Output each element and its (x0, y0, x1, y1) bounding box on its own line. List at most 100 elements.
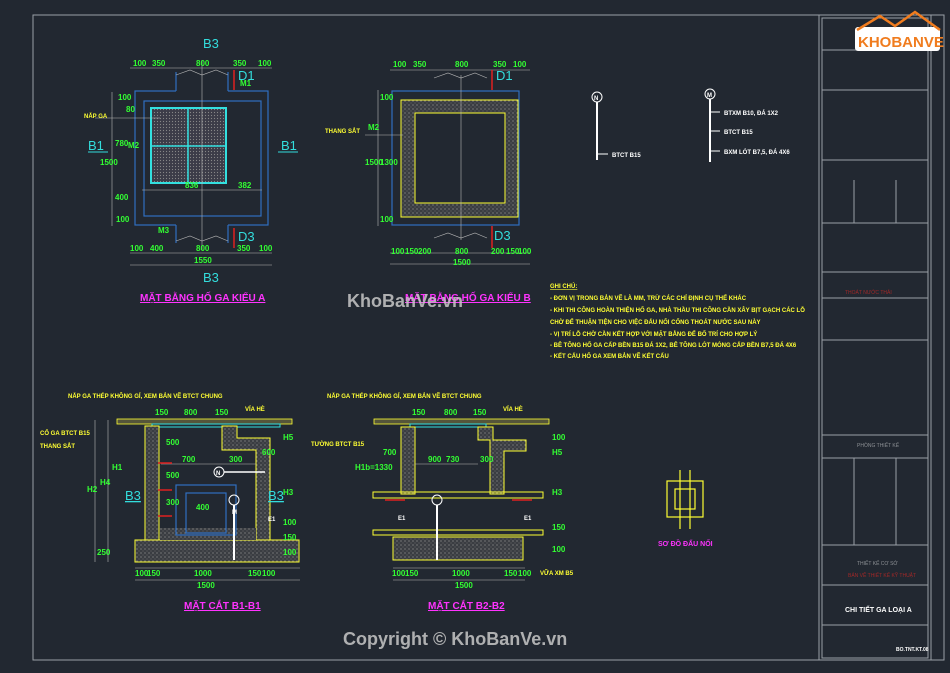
svg-text:1000: 1000 (194, 569, 212, 578)
svg-text:100: 100 (118, 93, 132, 102)
design-basis: THIẾT KẾ CƠ SỞ (857, 560, 898, 567)
svg-text:800: 800 (444, 408, 458, 417)
svg-text:100: 100 (283, 548, 297, 557)
plan-a: B3 B3 B1 B1 D1 D3 NẮP GA 100 350 800 350… (84, 36, 298, 304)
cover-note: NẮP GA THÉP KHÔNG GỈ, XEM BẢN VẼ BTCT CH… (327, 392, 482, 400)
svg-text:B3: B3 (268, 488, 284, 503)
svg-text:1000: 1000 (452, 569, 470, 578)
legend-m-item: BXM LÓT B7,5, ĐÁ 4X6 (724, 148, 790, 156)
section-b2-title: MẶT CẮT B2-B2 (428, 599, 505, 612)
svg-text:H3: H3 (552, 488, 563, 497)
notes-heading: GHI CHÚ: (550, 283, 577, 290)
svg-text:800: 800 (196, 59, 210, 68)
svg-text:400: 400 (196, 503, 210, 512)
svg-text:100: 100 (393, 60, 407, 69)
plan-b-section-d1: D1 (496, 68, 513, 83)
copyright-watermark: Copyright © KhoBanVe.vn (343, 629, 567, 649)
neck-label: CỔ GA BTCT B15 (40, 430, 90, 437)
svg-text:H3: H3 (283, 488, 294, 497)
svg-text:100: 100 (283, 518, 297, 527)
svg-text:150: 150 (552, 523, 566, 532)
svg-text:M3: M3 (158, 226, 170, 235)
svg-text:H2: H2 (87, 485, 98, 494)
section-tag-b1-right: B1 (281, 138, 297, 153)
svg-text:150: 150 (405, 569, 419, 578)
connection-diagram: SƠ ĐỒ ĐẤU NỐI (658, 470, 713, 548)
svg-text:80: 80 (126, 105, 135, 114)
svg-text:1500: 1500 (365, 158, 383, 167)
svg-text:N: N (594, 96, 598, 102)
svg-text:836: 836 (185, 181, 199, 190)
note-line: CHỜ ĐỂ THUẬN TIỆN CHO VIỆC ĐẤU NỐI CỐNG … (550, 318, 761, 326)
svg-text:800: 800 (196, 244, 210, 253)
svg-text:400: 400 (115, 193, 129, 202)
svg-text:1500: 1500 (455, 581, 473, 590)
section-b1: N NẮP GA THÉP KHÔNG GỈ, XEM BẢN VẼ BTCT … (40, 392, 300, 612)
curb-label: VỈA HÈ (503, 405, 523, 413)
title-block: THOÁT NƯỚC THẢI PHÒNG THIẾT KẾ THIẾT KẾ … (821, 17, 929, 659)
svg-text:100: 100 (262, 569, 276, 578)
svg-text:800: 800 (184, 408, 198, 417)
svg-text:100: 100 (133, 59, 147, 68)
cover-note: NẮP GA THÉP KHÔNG GỈ, XEM BẢN VẼ BTCT CH… (68, 392, 223, 400)
plan-b: D1 D3 THANG SẮT M2 100 350 800 350 100 1… (325, 60, 532, 304)
svg-text:382: 382 (238, 181, 252, 190)
legend-n: N BTCT B15 (591, 91, 641, 160)
svg-text:800: 800 (455, 247, 469, 256)
svg-text:350: 350 (233, 59, 247, 68)
svg-text:100: 100 (130, 244, 144, 253)
plan-b-tag: M2 (368, 123, 380, 132)
svg-text:100: 100 (391, 247, 405, 256)
svg-text:150: 150 (504, 569, 518, 578)
section-tag-b3-bottom: B3 (203, 270, 219, 285)
svg-text:350: 350 (493, 60, 507, 69)
svg-text:400: 400 (150, 244, 164, 253)
svg-text:200: 200 (491, 247, 505, 256)
svg-text:600: 600 (262, 448, 276, 457)
svg-text:M1: M1 (240, 79, 252, 88)
svg-text:1500: 1500 (197, 581, 215, 590)
svg-text:300: 300 (480, 455, 494, 464)
svg-text:100: 100 (518, 569, 532, 578)
legend-m-item: BTCT B15 (724, 130, 753, 136)
svg-text:M: M (232, 510, 237, 516)
svg-text:350: 350 (152, 59, 166, 68)
svg-text:100: 100 (116, 215, 130, 224)
svg-text:700: 700 (383, 448, 397, 457)
svg-text:150: 150 (215, 408, 229, 417)
cad-drawing: B3 B3 B1 B1 D1 D3 NẮP GA 100 350 800 350… (32, 10, 945, 661)
svg-text:E1: E1 (524, 516, 532, 522)
svg-text:H5: H5 (552, 448, 563, 457)
svg-text:H1: H1 (112, 463, 123, 472)
plan-a-dims-bottom: 100 400 800 350 100 1550 (130, 244, 273, 265)
svg-text:500: 500 (166, 438, 180, 447)
plan-a-dims-top: 100 350 800 350 100 (133, 59, 272, 68)
svg-text:730: 730 (446, 455, 460, 464)
svg-text:300: 300 (229, 455, 243, 464)
legend-n-item: BTCT B15 (612, 153, 641, 159)
connection-title: SƠ ĐỒ ĐẤU NỐI (658, 538, 713, 548)
section-b2: NẮP GA THÉP KHÔNG GỈ, XEM BẢN VẼ BTCT CH… (311, 392, 574, 612)
svg-text:900: 900 (428, 455, 442, 464)
svg-text:100: 100 (552, 545, 566, 554)
svg-text:300: 300 (166, 498, 180, 507)
section-tag-b3-top: B3 (203, 36, 219, 51)
svg-text:150: 150 (473, 408, 487, 417)
svg-text:150: 150 (283, 533, 297, 542)
svg-text:1500: 1500 (453, 258, 471, 267)
sheet-title: CHI TIẾT GA LOẠI A (845, 604, 912, 614)
drawing-number: BO.TNT.KT.08 (896, 647, 929, 653)
notes: GHI CHÚ: - ĐƠN VỊ TRONG BẢN VẼ LÀ MM, TR… (550, 283, 805, 360)
svg-text:350: 350 (237, 244, 251, 253)
svg-text:150: 150 (405, 247, 419, 256)
svg-text:150: 150 (147, 569, 161, 578)
design-room: PHÒNG THIẾT KẾ (857, 442, 900, 449)
section-b1-title: MẶT CẮT B1-B1 (184, 599, 261, 612)
svg-text:E1: E1 (268, 517, 276, 523)
cover-label: NẮP GA (84, 112, 108, 120)
svg-text:E1: E1 (398, 516, 406, 522)
svg-text:B3: B3 (125, 488, 141, 503)
wall-label: TƯỜNG BTCT B15 (311, 440, 365, 448)
section-tag-b1-left: B1 (88, 138, 104, 153)
svg-text:100: 100 (513, 60, 527, 69)
